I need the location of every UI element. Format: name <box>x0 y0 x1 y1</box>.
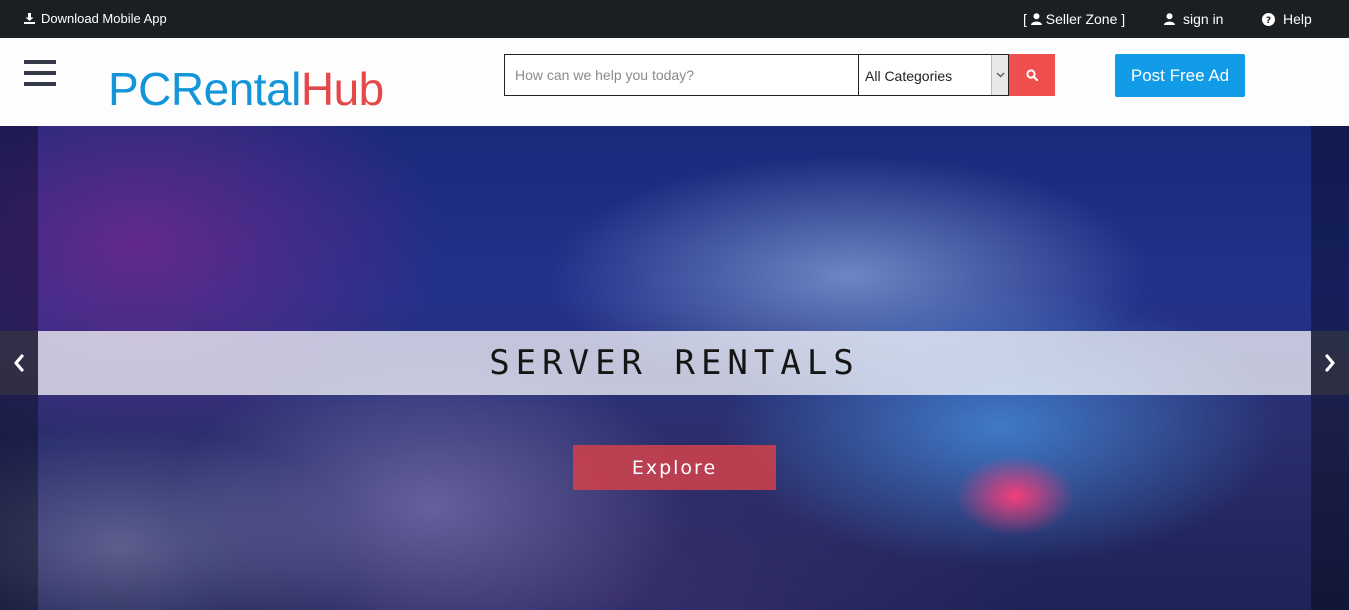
sign-in-link[interactable]: sign in <box>1164 11 1223 27</box>
carousel-prev-button[interactable] <box>0 331 38 395</box>
category-select-value: All Categories <box>865 68 953 84</box>
logo-text-primary: PCRental <box>108 63 301 115</box>
help-link[interactable]: ? Help <box>1262 11 1312 27</box>
carousel-next-button[interactable] <box>1311 331 1349 395</box>
help-label: Help <box>1283 11 1312 27</box>
chevron-down-icon <box>991 55 1008 95</box>
seller-zone-label: Seller Zone ] <box>1045 11 1126 27</box>
category-select[interactable]: All Categories <box>859 54 1009 96</box>
download-mobile-app-link[interactable]: Download Mobile App <box>24 11 167 26</box>
slide-caption-band: SERVER RENTALS <box>38 331 1311 395</box>
question-circle-icon: ? <box>1262 12 1275 26</box>
hamburger-bar <box>24 71 56 75</box>
slide-title: SERVER RENTALS <box>489 343 860 383</box>
logo-text-accent: Hub <box>300 63 384 115</box>
site-header: PCRentalHub All Categories Post Free Ad <box>0 38 1349 126</box>
seller-zone-link[interactable]: [ Seller Zone ] <box>1023 11 1125 27</box>
svg-text:?: ? <box>1266 16 1271 26</box>
top-utility-bar: Download Mobile App [ Seller Zone ] sign… <box>0 0 1349 38</box>
hero-carousel: SERVER RENTALS Explore <box>0 126 1349 610</box>
post-free-ad-button[interactable]: Post Free Ad <box>1115 54 1245 97</box>
search-button[interactable] <box>1009 54 1055 96</box>
chevron-left-icon <box>14 354 24 372</box>
explore-button[interactable]: Explore <box>573 445 776 490</box>
search-icon <box>1026 69 1038 81</box>
user-icon <box>1164 13 1175 25</box>
sign-in-label: sign in <box>1183 11 1224 27</box>
hamburger-bar <box>24 82 56 86</box>
search-bar: All Categories <box>504 54 1055 96</box>
download-icon <box>24 13 35 24</box>
hamburger-menu-icon[interactable] <box>24 60 56 88</box>
download-mobile-app-label: Download Mobile App <box>41 11 167 26</box>
hamburger-bar <box>24 60 56 64</box>
seller-zone-bracket-open: [ <box>1023 11 1031 27</box>
search-input[interactable] <box>504 54 859 96</box>
site-logo[interactable]: PCRentalHub <box>108 62 384 116</box>
user-icon <box>1030 13 1042 25</box>
chevron-right-icon <box>1325 354 1335 372</box>
